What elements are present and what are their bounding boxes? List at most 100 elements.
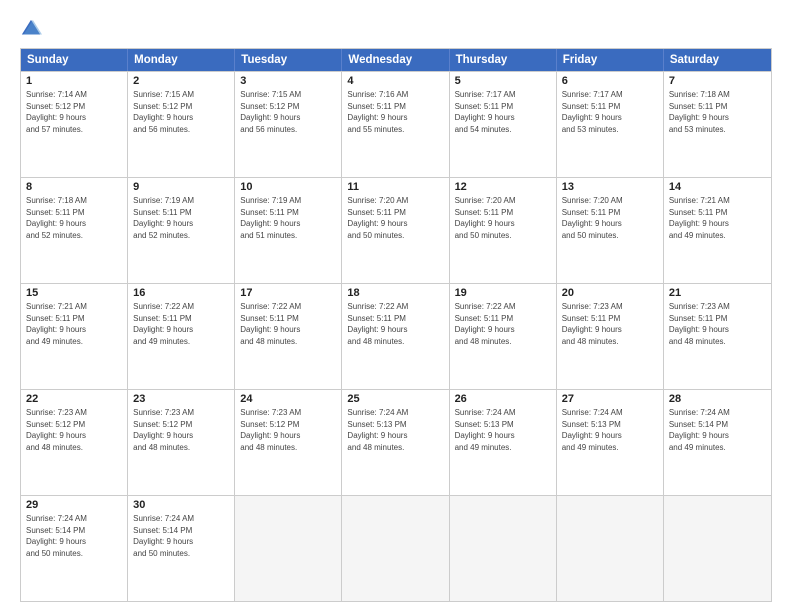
day-cell-17: 17 Sunrise: 7:22 AM Sunset: 5:11 PM Dayli…: [235, 284, 342, 389]
day-info: Sunrise: 7:22 AM Sunset: 5:11 PM Dayligh…: [347, 301, 443, 347]
day-cell-20: 20 Sunrise: 7:23 AM Sunset: 5:11 PM Dayli…: [557, 284, 664, 389]
day-cell-30: 30 Sunrise: 7:24 AM Sunset: 5:14 PM Dayli…: [128, 496, 235, 601]
day-cell-22: 22Sunrise: 7:23 AM Sunset: 5:12 PM Dayli…: [21, 390, 128, 495]
day-number: 30: [133, 499, 229, 511]
day-info: Sunrise: 7:15 AM Sunset: 5:12 PM Dayligh…: [240, 89, 336, 135]
day-cell-9: 9 Sunrise: 7:19 AM Sunset: 5:11 PM Daylig…: [128, 178, 235, 283]
day-number: 15: [26, 287, 122, 299]
header-day-wednesday: Wednesday: [342, 49, 449, 71]
day-cell-1: 1 Sunrise: 7:14 AM Sunset: 5:12 PM Daylig…: [21, 72, 128, 177]
day-info: Sunrise: 7:22 AM Sunset: 5:11 PM Dayligh…: [240, 301, 336, 347]
header-day-tuesday: Tuesday: [235, 49, 342, 71]
day-info: Sunrise: 7:23 AM Sunset: 5:12 PM Dayligh…: [133, 407, 229, 453]
day-number: 29: [26, 499, 122, 511]
empty-cell: [235, 496, 342, 601]
day-info: Sunrise: 7:20 AM Sunset: 5:11 PM Dayligh…: [562, 195, 658, 241]
day-info: Sunrise: 7:21 AM Sunset: 5:11 PM Dayligh…: [669, 195, 766, 241]
header-day-friday: Friday: [557, 49, 664, 71]
calendar-body: 1 Sunrise: 7:14 AM Sunset: 5:12 PM Daylig…: [21, 71, 771, 601]
day-info: Sunrise: 7:15 AM Sunset: 5:12 PM Dayligh…: [133, 89, 229, 135]
logo-icon: [20, 18, 42, 40]
day-info: Sunrise: 7:24 AM Sunset: 5:14 PM Dayligh…: [669, 407, 766, 453]
calendar-header: SundayMondayTuesdayWednesdayThursdayFrid…: [21, 49, 771, 71]
day-number: 5: [455, 75, 551, 87]
week-row-2: 8 Sunrise: 7:18 AM Sunset: 5:11 PM Daylig…: [21, 177, 771, 283]
day-info: Sunrise: 7:23 AM Sunset: 5:12 PM Dayligh…: [26, 407, 122, 453]
day-cell-19: 19 Sunrise: 7:22 AM Sunset: 5:11 PM Dayli…: [450, 284, 557, 389]
day-cell-29: 29 Sunrise: 7:24 AM Sunset: 5:14 PM Dayli…: [21, 496, 128, 601]
day-number: 1: [26, 75, 122, 87]
day-info: Sunrise: 7:23 AM Sunset: 5:12 PM Dayligh…: [240, 407, 336, 453]
day-cell-7: 7 Sunrise: 7:18 AM Sunset: 5:11 PM Daylig…: [664, 72, 771, 177]
day-number: 23: [133, 393, 229, 405]
day-cell-21: 21 Sunrise: 7:23 AM Sunset: 5:11 PM Dayli…: [664, 284, 771, 389]
day-number: 6: [562, 75, 658, 87]
day-info: Sunrise: 7:22 AM Sunset: 5:11 PM Dayligh…: [133, 301, 229, 347]
day-number: 20: [562, 287, 658, 299]
day-cell-14: 14 Sunrise: 7:21 AM Sunset: 5:11 PM Dayli…: [664, 178, 771, 283]
empty-cell: [450, 496, 557, 601]
day-number: 13: [562, 181, 658, 193]
day-info: Sunrise: 7:24 AM Sunset: 5:13 PM Dayligh…: [562, 407, 658, 453]
day-number: 24: [240, 393, 336, 405]
day-info: Sunrise: 7:16 AM Sunset: 5:11 PM Dayligh…: [347, 89, 443, 135]
week-row-3: 15 Sunrise: 7:21 AM Sunset: 5:11 PM Dayli…: [21, 283, 771, 389]
day-number: 14: [669, 181, 766, 193]
day-number: 11: [347, 181, 443, 193]
calendar: SundayMondayTuesdayWednesdayThursdayFrid…: [20, 48, 772, 602]
day-cell-8: 8 Sunrise: 7:18 AM Sunset: 5:11 PM Daylig…: [21, 178, 128, 283]
day-info: Sunrise: 7:17 AM Sunset: 5:11 PM Dayligh…: [562, 89, 658, 135]
empty-cell: [557, 496, 664, 601]
day-info: Sunrise: 7:19 AM Sunset: 5:11 PM Dayligh…: [133, 195, 229, 241]
day-cell-12: 12 Sunrise: 7:20 AM Sunset: 5:11 PM Dayli…: [450, 178, 557, 283]
day-info: Sunrise: 7:24 AM Sunset: 5:14 PM Dayligh…: [26, 513, 122, 559]
day-info: Sunrise: 7:17 AM Sunset: 5:11 PM Dayligh…: [455, 89, 551, 135]
logo: [20, 18, 46, 40]
day-number: 4: [347, 75, 443, 87]
day-number: 19: [455, 287, 551, 299]
day-number: 21: [669, 287, 766, 299]
day-info: Sunrise: 7:18 AM Sunset: 5:11 PM Dayligh…: [669, 89, 766, 135]
day-cell-24: 24 Sunrise: 7:23 AM Sunset: 5:12 PM Dayli…: [235, 390, 342, 495]
day-number: 8: [26, 181, 122, 193]
empty-cell: [342, 496, 449, 601]
day-number: 7: [669, 75, 766, 87]
day-number: 3: [240, 75, 336, 87]
day-cell-27: 27 Sunrise: 7:24 AM Sunset: 5:13 PM Dayli…: [557, 390, 664, 495]
day-cell-2: 2 Sunrise: 7:15 AM Sunset: 5:12 PM Daylig…: [128, 72, 235, 177]
day-number: 2: [133, 75, 229, 87]
day-info: Sunrise: 7:24 AM Sunset: 5:13 PM Dayligh…: [347, 407, 443, 453]
day-number: 12: [455, 181, 551, 193]
day-number: 17: [240, 287, 336, 299]
day-cell-15: 15 Sunrise: 7:21 AM Sunset: 5:11 PM Dayli…: [21, 284, 128, 389]
day-cell-11: 11 Sunrise: 7:20 AM Sunset: 5:11 PM Dayli…: [342, 178, 449, 283]
day-info: Sunrise: 7:14 AM Sunset: 5:12 PM Dayligh…: [26, 89, 122, 135]
day-info: Sunrise: 7:23 AM Sunset: 5:11 PM Dayligh…: [562, 301, 658, 347]
day-cell-3: 3 Sunrise: 7:15 AM Sunset: 5:12 PM Daylig…: [235, 72, 342, 177]
day-info: Sunrise: 7:24 AM Sunset: 5:14 PM Dayligh…: [133, 513, 229, 559]
day-cell-25: 25 Sunrise: 7:24 AM Sunset: 5:13 PM Dayli…: [342, 390, 449, 495]
day-info: Sunrise: 7:20 AM Sunset: 5:11 PM Dayligh…: [347, 195, 443, 241]
day-number: 25: [347, 393, 443, 405]
day-cell-4: 4 Sunrise: 7:16 AM Sunset: 5:11 PM Daylig…: [342, 72, 449, 177]
day-number: 26: [455, 393, 551, 405]
week-row-4: 22Sunrise: 7:23 AM Sunset: 5:12 PM Dayli…: [21, 389, 771, 495]
day-cell-18: 18 Sunrise: 7:22 AM Sunset: 5:11 PM Dayli…: [342, 284, 449, 389]
day-number: 9: [133, 181, 229, 193]
day-info: Sunrise: 7:18 AM Sunset: 5:11 PM Dayligh…: [26, 195, 122, 241]
day-number: 10: [240, 181, 336, 193]
page: SundayMondayTuesdayWednesdayThursdayFrid…: [0, 0, 792, 612]
header-day-saturday: Saturday: [664, 49, 771, 71]
week-row-5: 29 Sunrise: 7:24 AM Sunset: 5:14 PM Dayli…: [21, 495, 771, 601]
day-info: Sunrise: 7:20 AM Sunset: 5:11 PM Dayligh…: [455, 195, 551, 241]
day-number: 28: [669, 393, 766, 405]
day-info: Sunrise: 7:22 AM Sunset: 5:11 PM Dayligh…: [455, 301, 551, 347]
day-info: Sunrise: 7:19 AM Sunset: 5:11 PM Dayligh…: [240, 195, 336, 241]
day-info: Sunrise: 7:21 AM Sunset: 5:11 PM Dayligh…: [26, 301, 122, 347]
day-cell-13: 13 Sunrise: 7:20 AM Sunset: 5:11 PM Dayli…: [557, 178, 664, 283]
day-cell-10: 10 Sunrise: 7:19 AM Sunset: 5:11 PM Dayli…: [235, 178, 342, 283]
day-cell-23: 23 Sunrise: 7:23 AM Sunset: 5:12 PM Dayli…: [128, 390, 235, 495]
day-number: 27: [562, 393, 658, 405]
day-number: 18: [347, 287, 443, 299]
day-info: Sunrise: 7:23 AM Sunset: 5:11 PM Dayligh…: [669, 301, 766, 347]
